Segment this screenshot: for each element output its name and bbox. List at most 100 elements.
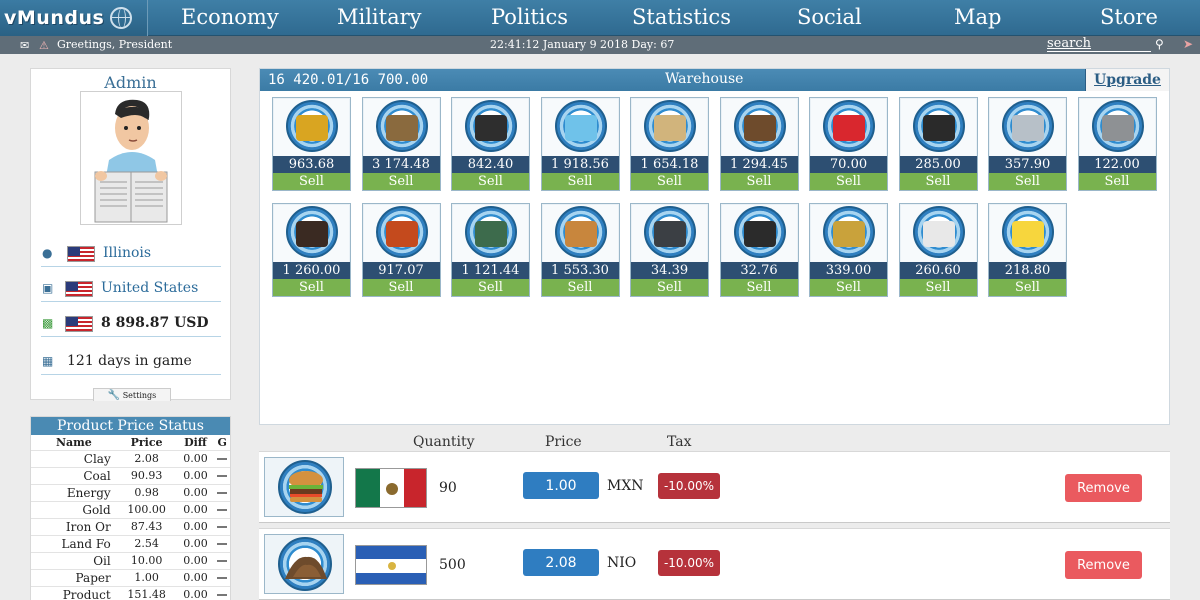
offer-price-input[interactable] <box>523 472 599 499</box>
dash-icon <box>217 560 228 562</box>
remove-offer-button[interactable]: Remove <box>1065 551 1142 579</box>
price-row: Oil 10.00 0.00 <box>31 551 230 569</box>
warehouse-item: 3 174.48 Sell <box>361 97 441 191</box>
sell-button[interactable]: Sell <box>631 173 708 190</box>
us-flag-icon <box>65 316 93 332</box>
nav-social[interactable]: Social <box>797 5 862 29</box>
player-name[interactable]: Admin <box>31 73 230 92</box>
upgrade-button[interactable]: Upgrade <box>1085 69 1169 91</box>
mexico-flag-icon <box>355 468 427 508</box>
product-name: Oil <box>31 551 117 569</box>
remove-offer-button[interactable]: Remove <box>1065 474 1142 502</box>
sell-button[interactable]: Sell <box>541 279 619 296</box>
sell-button[interactable]: Sell <box>810 279 887 296</box>
search-icon[interactable]: ⚲ <box>1155 37 1164 51</box>
warehouse-item: 218.80 Sell <box>988 203 1067 297</box>
sell-button[interactable]: Sell <box>1078 173 1156 190</box>
nav-politics[interactable]: Politics <box>491 5 568 29</box>
sell-button[interactable]: Sell <box>720 173 798 190</box>
water-drop-icon <box>542 99 618 156</box>
envelope-icon[interactable]: ✉ <box>20 39 29 52</box>
warehouse-item: 285.00 Sell <box>898 97 978 191</box>
offer-price-input[interactable] <box>523 549 599 576</box>
product-diff: 0.00 <box>176 534 215 552</box>
electronics-icon <box>453 205 528 262</box>
item-amount: 917.07 <box>362 262 440 279</box>
dash-icon <box>217 577 228 579</box>
item-amount: 1 918.56 <box>541 156 619 173</box>
profile-panel: Admin ● Illinois ▣ United States ▩ 8 898… <box>30 68 231 401</box>
product-name: Energy <box>31 483 117 501</box>
paper-roll-icon <box>900 205 976 262</box>
graph-toggle[interactable] <box>214 534 230 552</box>
top-nav-bar: vMundus Economy Military Politics Statis… <box>0 0 1200 36</box>
sell-button[interactable]: Sell <box>362 173 440 190</box>
profile-location-row: ● Illinois <box>41 243 221 267</box>
nav-store[interactable]: Store <box>1100 5 1158 29</box>
search-input[interactable] <box>1047 36 1151 52</box>
warehouse-item: 1 294.45 Sell <box>719 97 799 191</box>
sell-button[interactable]: Sell <box>631 279 708 296</box>
item-amount: 218.80 <box>989 262 1066 279</box>
sell-button[interactable]: Sell <box>989 279 1066 296</box>
price-row: Iron Or 87.43 0.00 <box>31 517 230 535</box>
sign-out-icon[interactable]: ➤ <box>1183 37 1193 51</box>
nav-statistics[interactable]: Statistics <box>632 5 731 29</box>
sell-button[interactable]: Sell <box>720 279 798 296</box>
state-link[interactable]: Illinois <box>103 245 151 261</box>
money-balance: 8 898.87 USD <box>101 315 209 331</box>
country-link[interactable]: United States <box>101 280 198 296</box>
graph-toggle[interactable] <box>214 585 230 600</box>
product-diff: 0.00 <box>176 483 215 501</box>
status-bar: ✉ ⚠ Greetings, President 22:41:12 Januar… <box>0 36 1200 54</box>
vmundus-logo[interactable]: vMundus <box>0 0 148 36</box>
sell-button[interactable]: Sell <box>273 173 350 190</box>
sell-button[interactable]: Sell <box>362 279 440 296</box>
steel-pipes-icon <box>990 99 1065 156</box>
dash-icon <box>217 509 228 511</box>
graph-toggle[interactable] <box>214 449 230 467</box>
coal-pile-icon <box>900 99 976 156</box>
avatar[interactable] <box>80 91 182 225</box>
sell-button[interactable]: Sell <box>452 173 529 190</box>
sell-button[interactable]: Sell <box>899 279 977 296</box>
graph-toggle[interactable] <box>214 500 230 518</box>
graph-toggle[interactable] <box>214 551 230 569</box>
graph-toggle[interactable] <box>214 466 230 484</box>
product-name: Product <box>31 585 117 600</box>
sell-button[interactable]: Sell <box>810 173 887 190</box>
graph-toggle[interactable] <box>214 568 230 586</box>
price-row: Paper 1.00 0.00 <box>31 568 230 586</box>
nav-economy[interactable]: Economy <box>181 5 279 29</box>
nav-map[interactable]: Map <box>954 5 1001 29</box>
product-diff: 0.00 <box>176 568 215 586</box>
graph-toggle[interactable] <box>214 483 230 501</box>
column-header-name: Name <box>55 435 92 449</box>
nav-military[interactable]: Military <box>337 5 422 29</box>
offer-currency: NIO <box>607 555 637 571</box>
sell-button[interactable]: Sell <box>273 279 350 296</box>
price-row: Coal 90.93 0.00 <box>31 466 230 484</box>
settings-button[interactable]: 🔧 Settings <box>93 388 171 401</box>
warehouse-item: 70.00 Sell <box>809 97 888 191</box>
dash-icon <box>217 594 228 597</box>
sell-button[interactable]: Sell <box>899 173 977 190</box>
soil-pile-icon <box>264 534 344 594</box>
dash-icon <box>217 458 228 460</box>
product-diff: 0.00 <box>176 500 215 518</box>
price-row: Gold 100.00 0.00 <box>31 500 230 518</box>
sell-button[interactable]: Sell <box>541 173 619 190</box>
product-price: 2.54 <box>116 534 177 552</box>
item-amount: 285.00 <box>899 156 977 173</box>
tax-header: Tax <box>667 434 692 450</box>
dash-icon <box>217 543 228 545</box>
sell-button[interactable]: Sell <box>452 279 529 296</box>
item-amount: 3 174.48 <box>362 156 440 173</box>
sell-button[interactable]: Sell <box>989 173 1066 190</box>
graph-toggle[interactable] <box>214 517 230 535</box>
notification-icon[interactable]: ⚠ <box>39 39 49 52</box>
product-name: Clay <box>31 449 117 467</box>
item-amount: 357.90 <box>989 156 1066 173</box>
burger-icon <box>264 457 344 517</box>
offer-quantity: 90 <box>439 480 457 496</box>
